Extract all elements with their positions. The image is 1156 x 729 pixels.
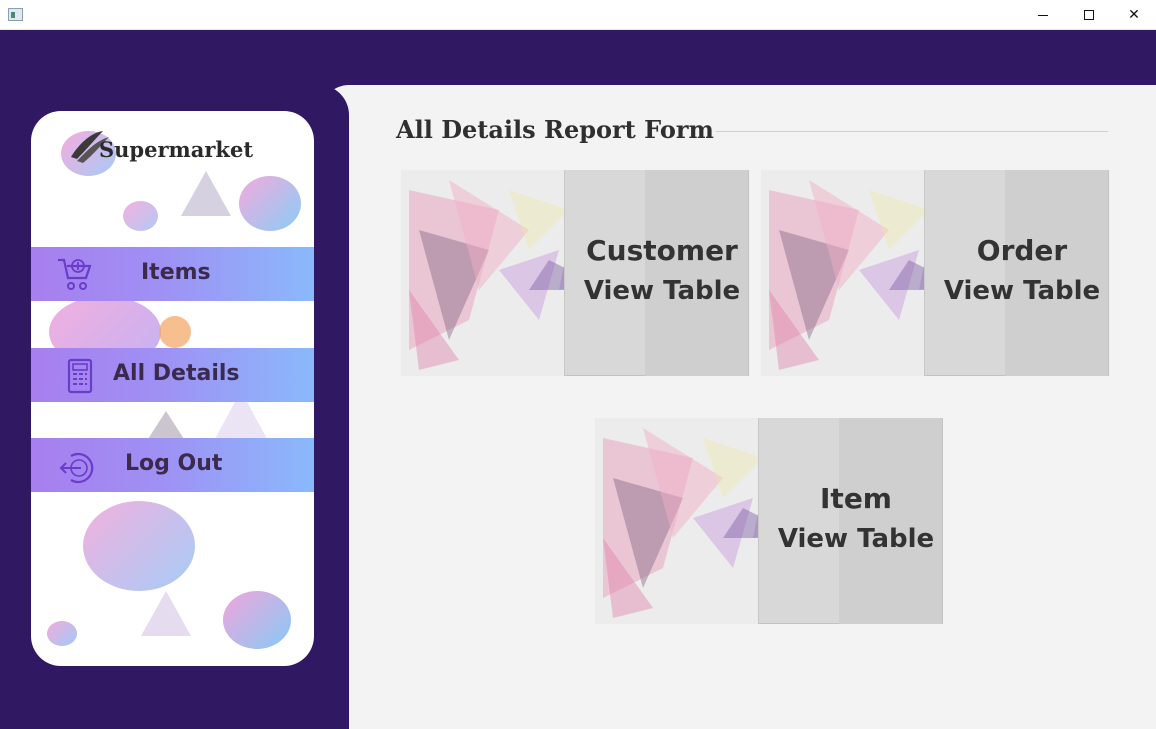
sidebar-item-label: Items	[141, 260, 211, 285]
customer-view-table-card[interactable]: Customer View Table	[401, 170, 749, 376]
page-title: All Details Report Form	[396, 115, 714, 144]
minimize-icon	[1038, 14, 1048, 16]
card-title: Customer	[586, 234, 738, 267]
title-divider	[716, 131, 1108, 132]
window-titlebar: ✕	[0, 0, 1156, 30]
brand-name: Supermarket	[99, 137, 254, 162]
brand-header: Supermarket	[67, 127, 277, 177]
card-subtitle: View Table	[583, 276, 741, 306]
card-panel-shade	[839, 418, 942, 624]
maximize-button[interactable]	[1066, 0, 1112, 30]
logout-icon	[59, 452, 94, 484]
card-panel-shade	[645, 170, 748, 376]
card-panel-shade	[1005, 170, 1108, 376]
sidebar-item-all-details[interactable]: All Details	[31, 348, 314, 402]
calculator-icon	[67, 358, 93, 394]
maximize-icon	[1084, 10, 1094, 20]
sidebar-item-label: Log Out	[125, 451, 223, 476]
card-title: Order	[976, 234, 1068, 267]
close-icon: ✕	[1128, 7, 1140, 23]
close-button[interactable]: ✕	[1111, 0, 1156, 30]
card-subtitle: View Table	[943, 276, 1101, 306]
cart-icon	[58, 258, 92, 290]
sidebar-item-label: All Details	[113, 361, 240, 386]
minimize-button[interactable]	[1020, 0, 1066, 30]
item-view-table-card[interactable]: Item View Table	[595, 418, 943, 624]
sidebar-item-items[interactable]: Items	[31, 247, 314, 301]
order-view-table-card[interactable]: Order View Table	[761, 170, 1109, 376]
sidebar-item-log-out[interactable]: Log Out	[31, 438, 314, 492]
app-window-icon	[8, 8, 23, 21]
card-subtitle: View Table	[777, 524, 935, 554]
card-title: Item	[820, 482, 892, 515]
